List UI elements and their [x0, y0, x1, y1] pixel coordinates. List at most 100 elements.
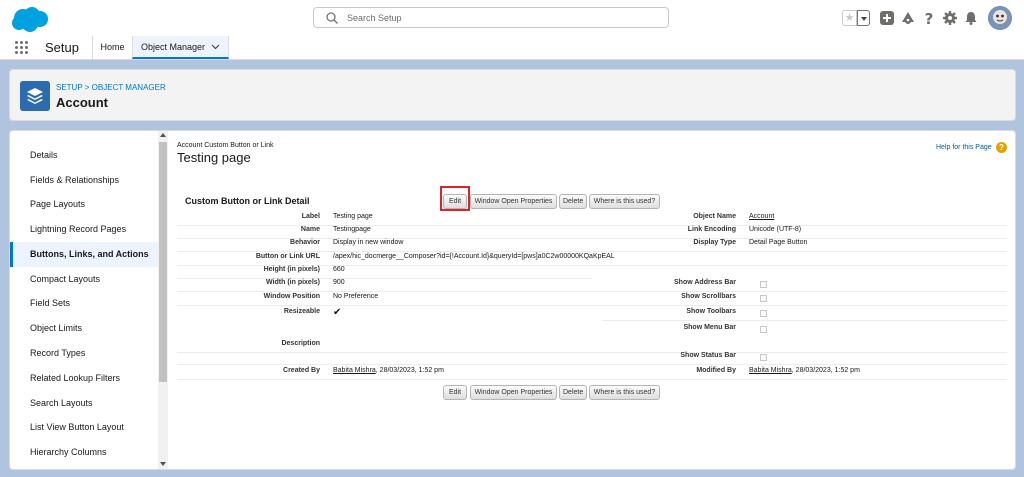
field-label: Show Toolbars	[686, 308, 736, 315]
sidebar-item-object-limits[interactable]: Object Limits	[10, 316, 158, 341]
edit-button[interactable]: Edit	[443, 385, 467, 400]
where-is-this-used-button[interactable]: Where is this used?	[589, 194, 660, 209]
delete-button[interactable]: Delete	[559, 194, 587, 209]
favorite-star-icon[interactable]: ★	[842, 10, 857, 26]
sidebar-item-record-types[interactable]: Record Types	[10, 341, 158, 366]
delete-button[interactable]: Delete	[559, 385, 587, 400]
detail-row: Height (in pixels) 660	[177, 266, 1007, 279]
field-label: Resizeable	[283, 308, 320, 315]
field-label: Name	[300, 226, 320, 233]
sidebar-item-field-sets[interactable]: Field Sets	[10, 291, 158, 316]
field-label: Window Position	[263, 293, 320, 300]
field-value: Testing page	[333, 213, 373, 220]
breadcrumb-object-manager-link[interactable]: OBJECT MANAGER	[92, 83, 166, 92]
scroll-down-arrow-icon[interactable]	[160, 462, 166, 466]
detail-row: Name Testingpage Link Encoding Unicode (…	[177, 226, 1007, 239]
detail-row: Window Position No Preference Show Scrol…	[177, 293, 1007, 306]
notification-bell-icon[interactable]	[963, 10, 979, 26]
field-label: Object Name	[693, 213, 736, 220]
detail-row: Behavior Display in new window Display T…	[177, 239, 1007, 252]
field-label: Modified By	[696, 367, 736, 374]
scrollbar-thumb[interactable]	[159, 142, 167, 382]
detail-row: Button or Link URL /apex/hic_docmerge__C…	[177, 253, 1007, 266]
row-divider	[177, 305, 1007, 306]
field-label: Description	[281, 340, 320, 347]
row-divider	[602, 320, 1007, 321]
created-date: , 28/03/2023, 1:52 pm	[375, 367, 444, 374]
sidebar-item-fields-relationships[interactable]: Fields & Relationships	[10, 168, 158, 193]
object-layers-icon	[20, 81, 50, 111]
field-value: Babita Mishra, 28/03/2023, 1:52 pm	[333, 367, 444, 374]
gear-icon[interactable]	[942, 10, 958, 26]
help-question-icon[interactable]: ?	[996, 142, 1007, 153]
field-value: Babita Mishra, 28/03/2023, 1:52 pm	[749, 367, 860, 374]
field-value: 660	[333, 266, 345, 273]
add-icon[interactable]	[879, 10, 895, 26]
detail-row: Show Status Bar	[177, 352, 1007, 365]
window-open-properties-button[interactable]: Window Open Properties	[470, 385, 557, 400]
created-by-user-link[interactable]: Babita Mishra	[333, 367, 376, 374]
sidebar-item-compact-layouts[interactable]: Compact Layouts	[10, 267, 158, 292]
row-divider	[177, 379, 1007, 380]
row-divider	[177, 291, 1007, 292]
field-value: /apex/hic_docmerge__Composer?id={!Accoun…	[333, 253, 615, 260]
search-box[interactable]	[313, 7, 669, 28]
field-label: Button or Link URL	[255, 253, 320, 260]
global-header: ★ ?	[0, 0, 1024, 36]
bottom-button-row: Edit Window Open Properties Delete Where…	[443, 385, 673, 400]
window-open-properties-button[interactable]: Window Open Properties	[470, 194, 557, 209]
search-input[interactable]	[347, 10, 647, 25]
field-label: Height (in pixels)	[263, 266, 320, 273]
sidebar-item-list-view-button-layout[interactable]: List View Button Layout	[10, 415, 158, 440]
top-button-row: Edit Window Open Properties Delete Where…	[443, 194, 673, 209]
chevron-down-icon[interactable]	[211, 44, 220, 50]
trailhead-icon[interactable]	[900, 10, 916, 26]
app-launcher-icon[interactable]	[15, 41, 29, 55]
field-value: Detail Page Button	[749, 239, 808, 246]
object-sidebar: Details Fields & Relationships Page Layo…	[10, 131, 158, 469]
sidebar-item-lightning-record-pages[interactable]: Lightning Record Pages	[10, 217, 158, 242]
object-name-link[interactable]: Account	[749, 213, 774, 220]
field-label: Created By	[283, 367, 320, 374]
detail-row: Label Testing page Object Name Account	[177, 213, 1007, 226]
help-icon[interactable]: ?	[921, 10, 937, 26]
sidebar-item-details[interactable]: Details	[10, 143, 158, 168]
tab-home[interactable]: Home	[92, 36, 132, 59]
breadcrumb: SETUP > OBJECT MANAGER	[56, 83, 166, 92]
detail-row: Created By Babita Mishra, 28/03/2023, 1:…	[177, 367, 1007, 380]
help-for-this-page[interactable]: Help for this Page ?	[936, 142, 1007, 153]
help-link[interactable]: Help for this Page	[936, 144, 992, 151]
where-is-this-used-button[interactable]: Where is this used?	[589, 385, 660, 400]
detail-row: Show Menu Bar	[177, 324, 1007, 337]
detail-row: Resizeable ✔ Show Toolbars	[177, 307, 1007, 321]
favorites-dropdown-button[interactable]	[857, 10, 870, 26]
field-label: Link Encoding	[687, 226, 736, 233]
scroll-up-arrow-icon[interactable]	[160, 133, 166, 137]
field-value: 900	[333, 279, 345, 286]
field-label: Display Type	[693, 239, 736, 246]
field-value: Unicode (UTF-8)	[749, 226, 802, 233]
favorites-control[interactable]: ★	[842, 10, 870, 26]
salesforce-cloud-logo[interactable]	[10, 5, 50, 33]
search-icon	[326, 12, 338, 24]
avatar[interactable]	[988, 6, 1012, 30]
section-title: Custom Button or Link Detail	[185, 196, 310, 206]
modified-by-user-link[interactable]: Babita Mishra	[749, 367, 792, 374]
sidebar-item-related-lookup-filters[interactable]: Related Lookup Filters	[10, 366, 158, 391]
field-label: Behavior	[290, 239, 320, 246]
tab-object-manager-label: Object Manager	[141, 42, 206, 52]
field-value: Display in new window	[333, 239, 404, 246]
tab-object-manager[interactable]: Object Manager	[132, 36, 229, 59]
sidebar-item-search-layouts[interactable]: Search Layouts	[10, 391, 158, 416]
show-toolbars-checkbox	[760, 310, 767, 317]
sidebar-item-hierarchy-columns[interactable]: Hierarchy Columns	[10, 440, 158, 465]
breadcrumb-separator: >	[84, 83, 90, 92]
sidebar-scrollbar[interactable]	[158, 131, 168, 469]
app-name: Setup	[45, 40, 79, 55]
row-divider	[177, 364, 1007, 365]
show-address-bar-checkbox	[760, 281, 767, 288]
sidebar-item-buttons-links-actions[interactable]: Buttons, Links, and Actions	[10, 242, 158, 267]
breadcrumb-setup-link[interactable]: SETUP	[56, 83, 83, 92]
main-panel: Details Fields & Relationships Page Layo…	[9, 130, 1016, 470]
sidebar-item-page-layouts[interactable]: Page Layouts	[10, 192, 158, 217]
